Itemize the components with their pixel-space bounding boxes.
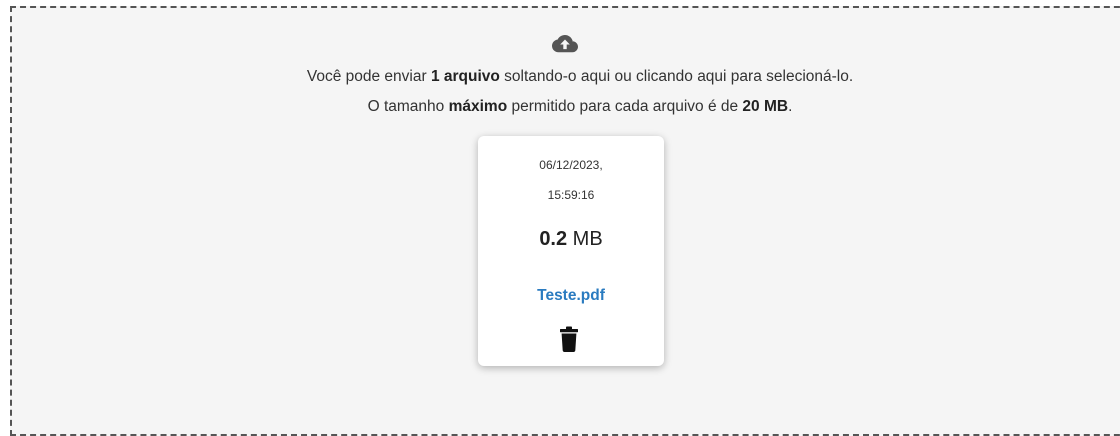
cloud-upload-icon — [552, 35, 578, 53]
size-note-text: permitido para cada arquivo é de — [507, 98, 743, 115]
upload-instructions: Você pode enviar 1 arquivo soltando-o aq… — [10, 67, 1120, 87]
size-note-text: O tamanho — [367, 98, 449, 115]
file-size-unit: MB — [567, 228, 603, 250]
instructions-text: soltando-o aqui ou clicando aqui para se… — [499, 68, 854, 85]
size-note-max: máximo — [448, 98, 508, 115]
file-size: 0.2 MB — [478, 228, 664, 251]
file-name-link[interactable]: Teste.pdf — [478, 287, 664, 305]
file-time: 15:59:16 — [547, 188, 595, 202]
file-date: 06/12/2023, — [539, 158, 603, 172]
size-note-text: . — [788, 98, 793, 115]
instructions-file-count: 1 arquivo — [430, 68, 500, 85]
file-size-value: 0.2 — [539, 228, 568, 250]
size-limit-note: O tamanho máximo permitido para cada arq… — [10, 97, 1120, 117]
size-note-limit: 20 MB — [742, 98, 789, 115]
trash-icon[interactable] — [560, 326, 578, 352]
instructions-text: Você pode enviar — [306, 68, 431, 85]
